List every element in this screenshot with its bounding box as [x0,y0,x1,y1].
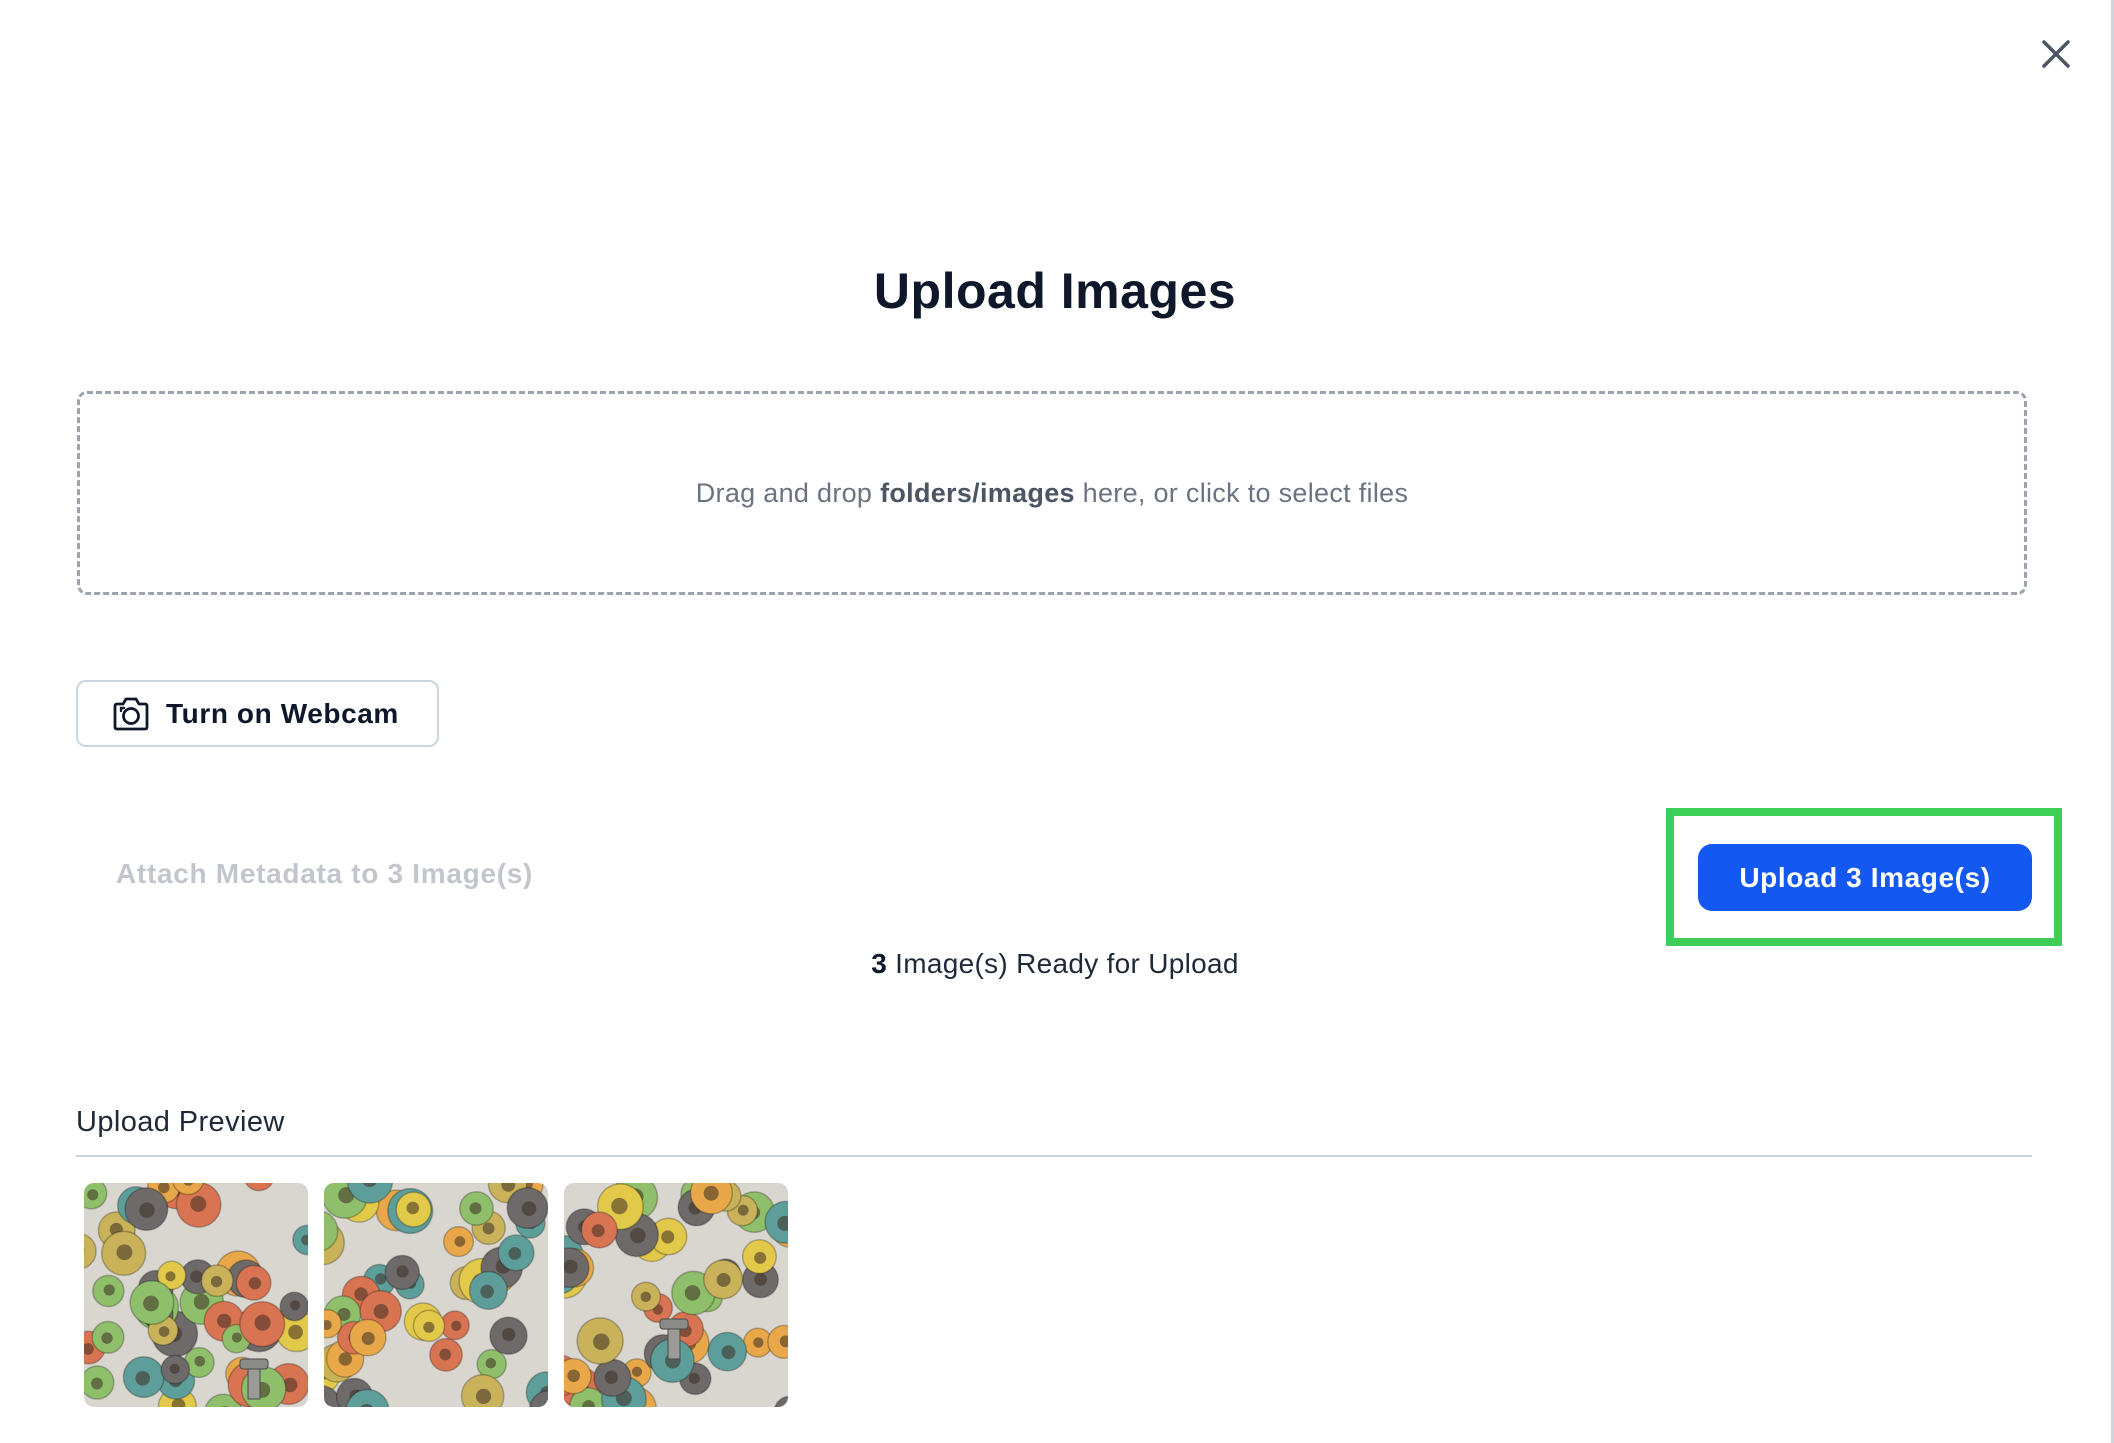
upload-images-button[interactable]: Upload 3 Image(s) [1698,844,2032,911]
dialog-title: Upload Images [873,263,1237,319]
dropzone-text-after: here, or click to select files [1074,477,1409,508]
cereal-image [324,1183,548,1407]
upload-preview-label: Upload Preview [76,1106,285,1138]
file-dropzone[interactable]: Drag and drop folders/images here, or cl… [77,391,2027,595]
dropzone-text-before: Drag and drop [695,477,881,508]
preview-thumbnail-2[interactable] [324,1183,548,1407]
cereal-image [84,1183,308,1407]
preview-divider [76,1155,2032,1157]
ready-text: Image(s) Ready for Upload [887,948,1239,979]
attach-metadata-button[interactable]: Attach Metadata to 3 Image(s) [116,858,533,890]
ready-count: 3 [871,948,888,979]
dropzone-instructions: Drag and drop folders/images here, or cl… [696,478,1409,509]
webcam-button-label: Turn on Webcam [166,697,399,729]
cereal-image [564,1183,788,1407]
upload-status: 3 Image(s) Ready for Upload [0,948,2110,980]
close-icon [2041,39,2071,69]
camera-icon [112,695,150,733]
preview-thumbnail-3[interactable] [564,1183,788,1407]
preview-thumbnail-1[interactable] [84,1183,308,1407]
turn-on-webcam-button[interactable]: Turn on Webcam [76,680,439,747]
close-button[interactable] [2034,32,2078,76]
preview-thumbnails [84,1183,788,1407]
dropzone-text-bold: folders/images [880,477,1075,508]
